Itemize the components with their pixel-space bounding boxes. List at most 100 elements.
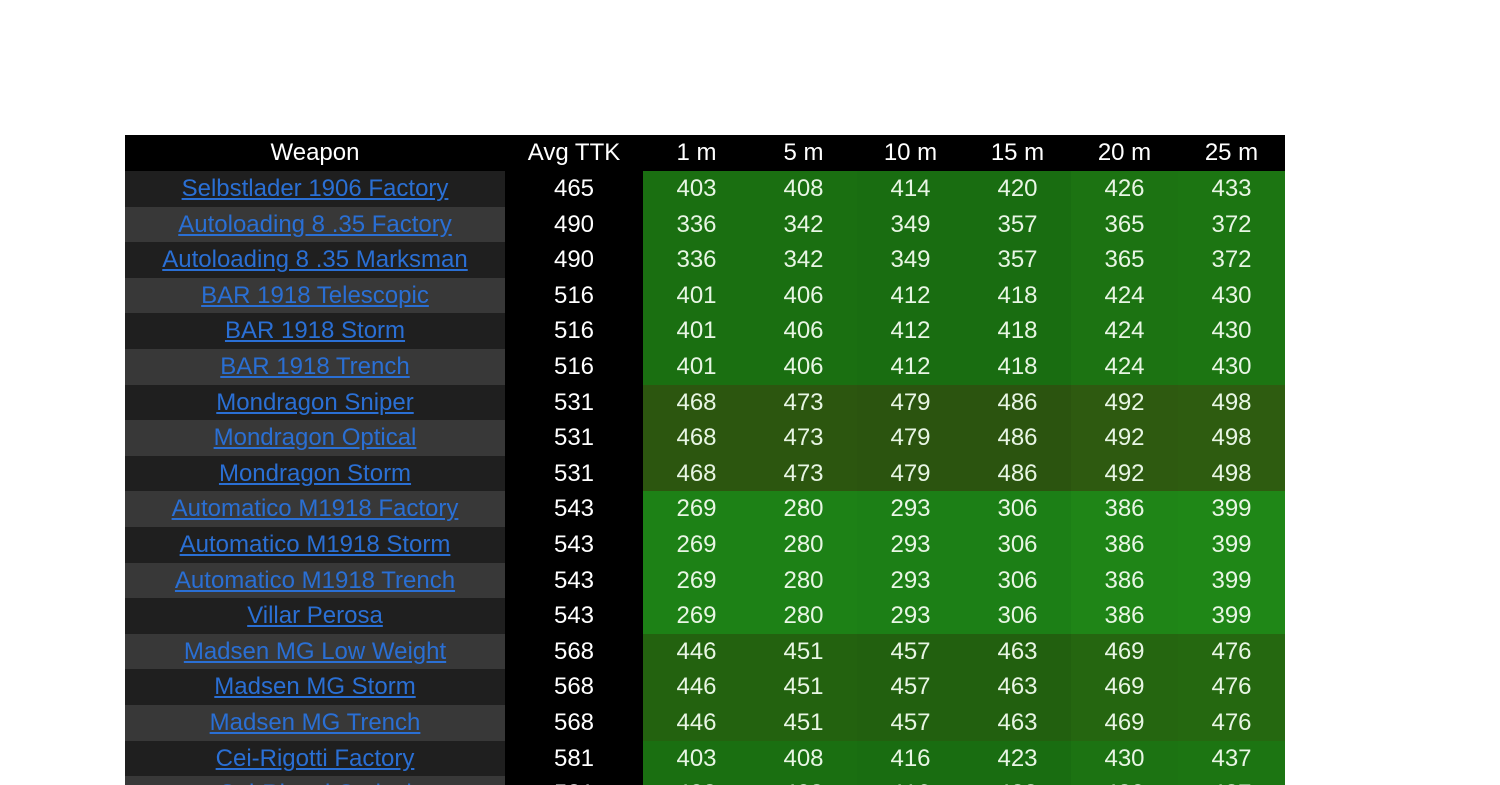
table-row: BAR 1918 Telescopic 516 401 406 412 418 424 430: [125, 277, 1285, 314]
ttk-cell-d15: 306: [964, 598, 1071, 634]
ttk-cell-d1: 401: [643, 277, 750, 314]
table-row: Automatico M1918 Trench 543 269 280 293 306 38…: [125, 562, 1285, 599]
ttk-cell-d10: 293: [857, 526, 964, 563]
table-row: Autoloading 8 .35 Factory 490 336 342 349 357…: [125, 206, 1285, 243]
ttk-cell-d10: 416: [857, 776, 964, 785]
ttk-cell-d20: 426: [1071, 171, 1178, 207]
weapon-name-cell: Cei-Rigotti Factory: [125, 740, 505, 777]
ttk-cell-d20: 386: [1071, 598, 1178, 634]
weapon-name-cell: BAR 1918 Trench: [125, 348, 505, 385]
table-row: BAR 1918 Trench 516 401 406 412 418 424 430: [125, 348, 1285, 385]
weapon-link[interactable]: Selbstlader 1906 Factory: [182, 175, 449, 202]
weapon-link[interactable]: Autoloading 8 .35 Factory: [178, 211, 452, 238]
ttk-cell-d15: 423: [964, 740, 1071, 777]
ttk-cell-d15: 357: [964, 206, 1071, 243]
avg-ttk-cell: 568: [505, 633, 643, 670]
ttk-cell-d15: 418: [964, 348, 1071, 385]
avg-ttk-cell: 543: [505, 562, 643, 599]
weapon-name-cell: Villar Perosa: [125, 598, 505, 634]
table-row: Automatico M1918 Storm 543 269 280 293 306 386…: [125, 526, 1285, 563]
weapon-name-cell: Madsen MG Low Weight: [125, 633, 505, 670]
ttk-cell-d5: 408: [750, 171, 857, 207]
weapon-link[interactable]: BAR 1918 Storm: [225, 317, 405, 344]
weapon-name-cell: Mondragon Optical: [125, 420, 505, 456]
column-header-d1[interactable]: 1 m: [643, 135, 750, 171]
ttk-cell-d1: 446: [643, 704, 750, 741]
ttk-cell-d25: 399: [1178, 526, 1285, 563]
avg-ttk-cell: 568: [505, 704, 643, 741]
weapon-link[interactable]: Villar Perosa: [247, 602, 383, 629]
avg-ttk-cell: 543: [505, 526, 643, 563]
ttk-cell-d10: 457: [857, 704, 964, 741]
ttk-cell-d10: 293: [857, 562, 964, 599]
avg-ttk-cell: 543: [505, 491, 643, 527]
ttk-cell-d15: 486: [964, 384, 1071, 421]
ttk-cell-d5: 280: [750, 598, 857, 634]
weapon-link[interactable]: Madsen MG Trench: [210, 709, 421, 736]
ttk-cell-d1: 269: [643, 562, 750, 599]
column-header-d20[interactable]: 20 m: [1071, 135, 1178, 171]
column-header-d10[interactable]: 10 m: [857, 135, 964, 171]
column-header-d25[interactable]: 25 m: [1178, 135, 1285, 171]
ttk-cell-d20: 386: [1071, 562, 1178, 599]
avg-ttk-cell: 531: [505, 455, 643, 492]
weapon-name-cell: Automatico M1918 Factory: [125, 491, 505, 527]
ttk-table-container: Weapon Avg TTK 1 m5 m 10 m 15 m 20 m 25 m Selb…: [125, 135, 1285, 785]
avg-ttk-cell: 490: [505, 206, 643, 243]
ttk-cell-d5: 406: [750, 348, 857, 385]
avg-ttk-cell: 516: [505, 348, 643, 385]
weapon-link[interactable]: Madsen MG Low Weight: [184, 638, 446, 665]
weapon-link[interactable]: Automatico M1918 Storm: [180, 531, 451, 558]
avg-ttk-cell: 581: [505, 776, 643, 785]
ttk-cell-d20: 386: [1071, 491, 1178, 527]
ttk-cell-d20: 469: [1071, 704, 1178, 741]
table-row: Mondragon Optical 531 468 473 479 486 492 498: [125, 420, 1285, 456]
weapon-name-cell: Automatico M1918 Storm: [125, 526, 505, 563]
weapon-link[interactable]: BAR 1918 Trench: [220, 353, 409, 380]
table-row: Automatico M1918 Factory 543 269 280 293 306 3…: [125, 491, 1285, 527]
weapon-link[interactable]: Cei-Rigotti Optical: [218, 780, 411, 785]
weapon-name-cell: Selbstlader 1906 Factory: [125, 171, 505, 207]
weapon-link[interactable]: Automatico M1918 Trench: [175, 567, 455, 594]
weapon-link[interactable]: BAR 1918 Telescopic: [201, 282, 429, 309]
header-row: Weapon Avg TTK 1 m5 m 10 m 15 m 20 m 25 m: [125, 135, 1285, 171]
ttk-cell-d10: 416: [857, 740, 964, 777]
weapon-name-cell: Madsen MG Storm: [125, 669, 505, 705]
ttk-cell-d15: 486: [964, 455, 1071, 492]
ttk-cell-d1: 336: [643, 242, 750, 278]
column-header-weapon[interactable]: Weapon: [125, 135, 505, 171]
weapon-link[interactable]: Mondragon Sniper: [216, 389, 413, 416]
ttk-cell-d5: 342: [750, 242, 857, 278]
ttk-cell-d1: 468: [643, 384, 750, 421]
column-header-avg[interactable]: Avg TTK: [505, 135, 643, 171]
avg-ttk-cell: 581: [505, 740, 643, 777]
weapon-link[interactable]: Madsen MG Storm: [214, 673, 415, 700]
ttk-cell-d25: 498: [1178, 455, 1285, 492]
ttk-cell-d25: 372: [1178, 242, 1285, 278]
weapon-link[interactable]: Automatico M1918 Factory: [172, 495, 459, 522]
ttk-cell-d10: 414: [857, 171, 964, 207]
ttk-cell-d10: 412: [857, 313, 964, 349]
column-header-d15[interactable]: 15 m: [964, 135, 1071, 171]
ttk-cell-d15: 418: [964, 277, 1071, 314]
avg-ttk-cell: 543: [505, 598, 643, 634]
avg-ttk-cell: 531: [505, 420, 643, 456]
ttk-cell-d25: 437: [1178, 740, 1285, 777]
column-header-d5[interactable]: 5 m: [750, 135, 857, 171]
table-row: Mondragon Sniper 531 468 473 479 486 492 498: [125, 384, 1285, 421]
ttk-cell-d15: 463: [964, 633, 1071, 670]
avg-ttk-cell: 490: [505, 242, 643, 278]
ttk-cell-d15: 357: [964, 242, 1071, 278]
ttk-cell-d5: 406: [750, 277, 857, 314]
table-row: Madsen MG Trench 568 446 451 457 463 469 476: [125, 704, 1285, 741]
ttk-cell-d20: 430: [1071, 776, 1178, 785]
ttk-cell-d1: 403: [643, 740, 750, 777]
weapon-link[interactable]: Autoloading 8 .35 Marksman: [162, 246, 468, 273]
ttk-cell-d5: 451: [750, 669, 857, 705]
weapon-link[interactable]: Mondragon Storm: [219, 460, 411, 487]
weapon-link[interactable]: Cei-Rigotti Factory: [216, 745, 415, 772]
ttk-cell-d5: 473: [750, 455, 857, 492]
ttk-cell-d1: 468: [643, 455, 750, 492]
weapon-link[interactable]: Mondragon Optical: [214, 424, 417, 451]
table-row: Mondragon Storm 531 468 473 479 486 492 498: [125, 455, 1285, 492]
